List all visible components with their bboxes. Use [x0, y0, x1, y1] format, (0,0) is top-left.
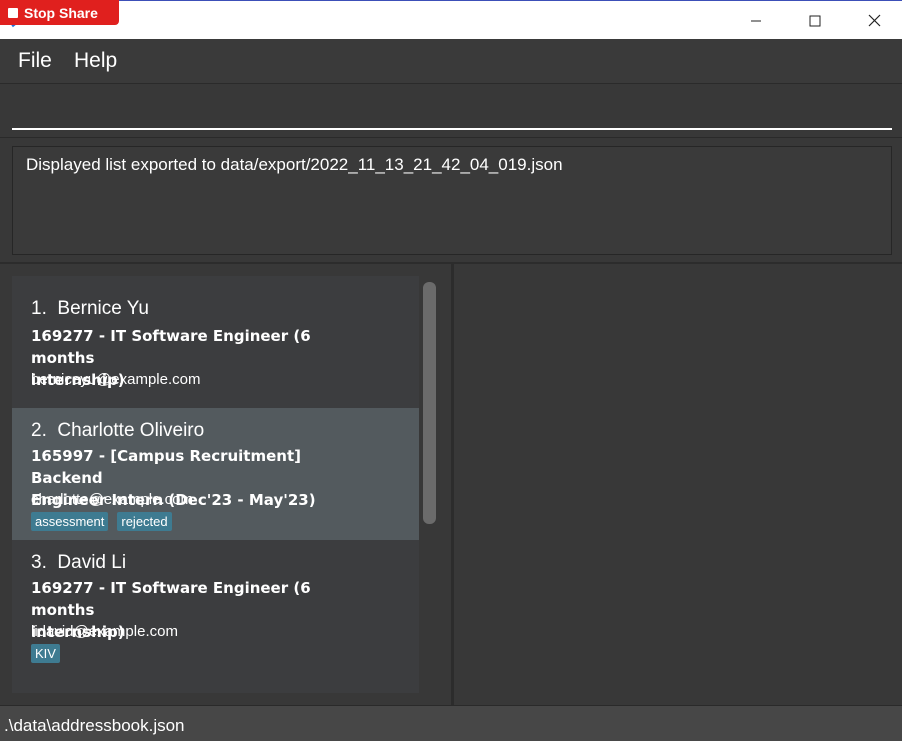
person-name: 1. Bernice Yu — [31, 298, 149, 319]
person-name: 3. David Li — [31, 552, 127, 573]
menu-file[interactable]: File — [18, 49, 52, 73]
tag-assessment: assessment — [31, 512, 109, 531]
minimize-icon — [751, 20, 761, 21]
maximize-icon — [809, 15, 821, 26]
list-scrollbar-thumb[interactable] — [423, 282, 436, 524]
window-title-bar: t — [0, 0, 902, 39]
stop-share-label: Stop Share — [24, 4, 98, 21]
person-card[interactable]: 1. Bernice Yu 169277 - IT Software Engin… — [12, 276, 419, 408]
stop-icon — [8, 7, 18, 18]
detail-panel — [454, 264, 902, 705]
tag-list: assessment rejected — [31, 512, 172, 531]
minimize-button[interactable] — [727, 1, 785, 40]
maximize-button[interactable] — [786, 1, 844, 40]
result-display: Displayed list exported to data/export/2… — [12, 146, 892, 255]
command-input[interactable] — [12, 93, 892, 130]
person-list: 1. Bernice Yu 169277 - IT Software Engin… — [12, 276, 419, 693]
tag-rejected: rejected — [117, 512, 172, 531]
menu-bar: File Help — [0, 39, 902, 84]
person-card[interactable]: 3. David Li 169277 - IT Software Enginee… — [12, 540, 419, 672]
person-name: 2. Charlotte Oliveiro — [31, 420, 205, 441]
menu-help[interactable]: Help — [74, 49, 117, 73]
stop-share-button[interactable]: Stop Share — [0, 0, 119, 25]
tag-kiv: KIV — [31, 644, 60, 663]
tag-list: KIV — [31, 644, 60, 663]
command-box — [0, 85, 902, 138]
person-card-selected[interactable]: 2. Charlotte Oliveiro 165997 - [Campus R… — [12, 408, 419, 540]
data-file-path: .\data\addressbook.json — [4, 716, 185, 735]
person-email: charlotte@example.com — [31, 491, 193, 508]
close-button[interactable] — [845, 1, 902, 40]
person-email: lidavid@example.com — [31, 623, 178, 640]
person-email: berniceyu@example.com — [31, 371, 201, 388]
person-card-partial[interactable] — [12, 672, 419, 693]
result-message: Displayed list exported to data/export/2… — [26, 155, 563, 174]
close-icon — [868, 14, 880, 27]
status-bar: .\data\addressbook.json — [0, 705, 902, 741]
